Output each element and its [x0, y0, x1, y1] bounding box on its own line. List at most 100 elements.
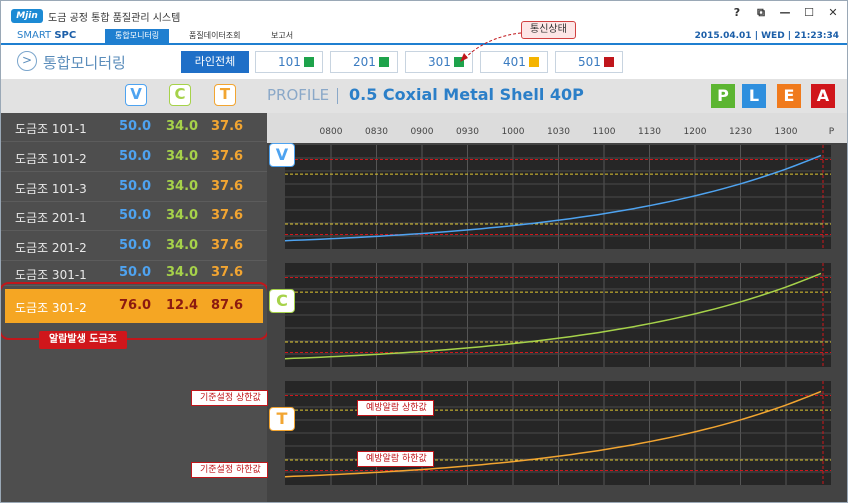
plea-l-button[interactable]: L [742, 84, 766, 108]
upper-warning-limit-tag: 예방알람 상한값 [357, 400, 434, 416]
temperature-value: 37.6 [211, 238, 244, 253]
app-title: 도금 공정 통합 품질관리 시스템 [48, 13, 181, 24]
time-tick-label: 0830 [365, 127, 388, 137]
line-button-501[interactable]: 501 [555, 51, 623, 73]
temperature-value: 37.6 [211, 208, 244, 223]
status-indicator [529, 57, 539, 67]
table-row[interactable]: 도금조 101-1 50.0 34.0 37.6 [1, 113, 267, 142]
profile-label: PROFILE [267, 86, 330, 104]
time-axis: 0800 0830 0900 0930 1000 1030 1100 1130 1200 1230… [267, 113, 847, 143]
line-all-button[interactable]: 라인전체 [181, 51, 249, 73]
time-tick-label: 1200 [683, 127, 707, 137]
voltage-plot [284, 145, 832, 249]
plea-e-button[interactable]: E [777, 84, 801, 108]
time-tick-label: 0800 [319, 127, 343, 137]
menu-bar: SMART SPC 통합모니터링 품질데이터조회 보고서 2015.04.01 … [1, 29, 847, 43]
temperature-axis-badge: T [269, 407, 295, 431]
app-logo: Mjin [11, 9, 43, 23]
time-tick-label: 0900 [410, 127, 434, 137]
time-tick-label: 1130 [638, 127, 661, 137]
temperature-badge: T [214, 84, 236, 106]
voltage-axis-badge: V [269, 143, 295, 167]
current-value: 34.0 [166, 208, 199, 223]
status-indicator [379, 57, 389, 67]
tab-integrated-monitoring[interactable]: 통합모니터링 [105, 29, 170, 43]
table-row[interactable]: 도금조 201-2 50.0 34.0 37.6 [1, 232, 267, 261]
current-plot [284, 263, 832, 367]
lower-base-limit-tag: 기준설정 하한값 [191, 462, 268, 478]
line-label: 201 [353, 55, 376, 69]
voltage-value: 50.0 [119, 119, 152, 134]
table-row[interactable]: 도금조 101-2 50.0 34.0 37.6 [1, 143, 267, 172]
line-label: 501 [578, 55, 601, 69]
table-row[interactable]: 도금조 201-1 50.0 34.0 37.6 [1, 202, 267, 231]
brand-label: SMART SPC [17, 29, 76, 43]
temperature-plot [284, 381, 832, 485]
comm-status-callout: 통신상태 [521, 21, 576, 39]
upper-base-limit-tag: 기준설정 상한값 [191, 390, 268, 406]
page-title: 통합모니터링 [43, 54, 126, 72]
current-value: 34.0 [166, 119, 199, 134]
time-tick-label: 1230 [729, 127, 752, 137]
restore-window-icon[interactable]: ⧉ [755, 7, 767, 19]
temperature-value: 37.6 [211, 119, 244, 134]
tab-quality-data-query[interactable]: 품질데이터조회 [179, 29, 251, 43]
tank-name: 도금조 101-3 [15, 182, 87, 196]
maximize-icon[interactable]: ☐ [803, 7, 815, 19]
current-value: 34.0 [166, 238, 199, 253]
line-header: > 통합모니터링 라인전체 101 201 301 401 501 [1, 45, 847, 79]
time-tick-label: 1000 [501, 127, 525, 137]
plea-p-button[interactable]: P [711, 84, 735, 108]
tank-list-panel: V C T 도금조 101-1 50.0 34.0 37.6 도금조 101-2… [1, 79, 269, 502]
time-tick-label: 1030 [547, 127, 570, 137]
table-row[interactable]: 도금조 101-3 50.0 34.0 37.6 [1, 173, 267, 202]
tab-report[interactable]: 보고서 [261, 29, 303, 43]
temperature-value: 37.6 [211, 179, 244, 194]
profile-bar: PROFILE 0.5 Coxial Metal Shell 40P P L E… [267, 79, 847, 113]
callout-pointer [460, 32, 522, 62]
brand-suffix: SPC [54, 30, 77, 41]
voltage-value: 50.0 [119, 179, 152, 194]
app-window: Mjin 도금 공정 통합 품질관리 시스템 ? ⧉ — ☐ ✕ SMART S… [0, 0, 848, 503]
tank-name: 도금조 301-1 [15, 268, 87, 282]
chart-area: 0800 0830 0900 0930 1000 1030 1100 1130 1200 1230… [267, 113, 847, 502]
title-bar: Mjin 도금 공정 통합 품질관리 시스템 ? ⧉ — ☐ ✕ [1, 1, 847, 29]
window-controls: ? ⧉ — ☐ ✕ [731, 7, 839, 19]
profile-name: 0.5 Coxial Metal Shell 40P [349, 85, 584, 104]
line-label: 101 [278, 55, 301, 69]
line-label: 301 [428, 55, 451, 69]
time-tick-label: 1300 [774, 127, 798, 137]
profile-divider [337, 88, 338, 104]
tank-name: 도금조 201-1 [15, 211, 87, 225]
time-tick-label: P [828, 127, 835, 137]
voltage-chart [284, 145, 832, 249]
close-icon[interactable]: ✕ [827, 7, 839, 19]
time-tick-label: 1100 [592, 127, 616, 137]
minimize-icon[interactable]: — [779, 7, 791, 19]
status-indicator [604, 57, 614, 67]
status-indicator [304, 57, 314, 67]
datetime-display: 2015.04.01 | WED | 21:23:34 [694, 31, 839, 41]
lower-warning-limit-tag: 예방알람 하한값 [357, 451, 434, 467]
current-chart [284, 263, 832, 367]
voltage-value: 50.0 [119, 265, 152, 280]
plea-a-button[interactable]: A [811, 84, 835, 108]
voltage-value: 50.0 [119, 149, 152, 164]
tank-name: 도금조 101-1 [15, 122, 87, 136]
chevron-right-icon[interactable]: > [17, 51, 37, 71]
current-axis-badge: C [269, 289, 295, 313]
tank-name: 도금조 201-2 [15, 241, 87, 255]
temperature-value: 37.6 [211, 149, 244, 164]
temperature-value: 37.6 [211, 265, 244, 280]
line-button-101[interactable]: 101 [255, 51, 323, 73]
time-tick-label: 0930 [456, 127, 479, 137]
help-icon[interactable]: ? [731, 7, 743, 19]
tank-name: 도금조 101-2 [15, 152, 87, 166]
voltage-value: 50.0 [119, 238, 152, 253]
current-value: 34.0 [166, 265, 199, 280]
alarm-tank-label: 알람발생 도금조 [39, 331, 127, 349]
temperature-chart [284, 381, 832, 485]
line-button-201[interactable]: 201 [330, 51, 398, 73]
current-badge: C [169, 84, 191, 106]
current-value: 34.0 [166, 149, 199, 164]
